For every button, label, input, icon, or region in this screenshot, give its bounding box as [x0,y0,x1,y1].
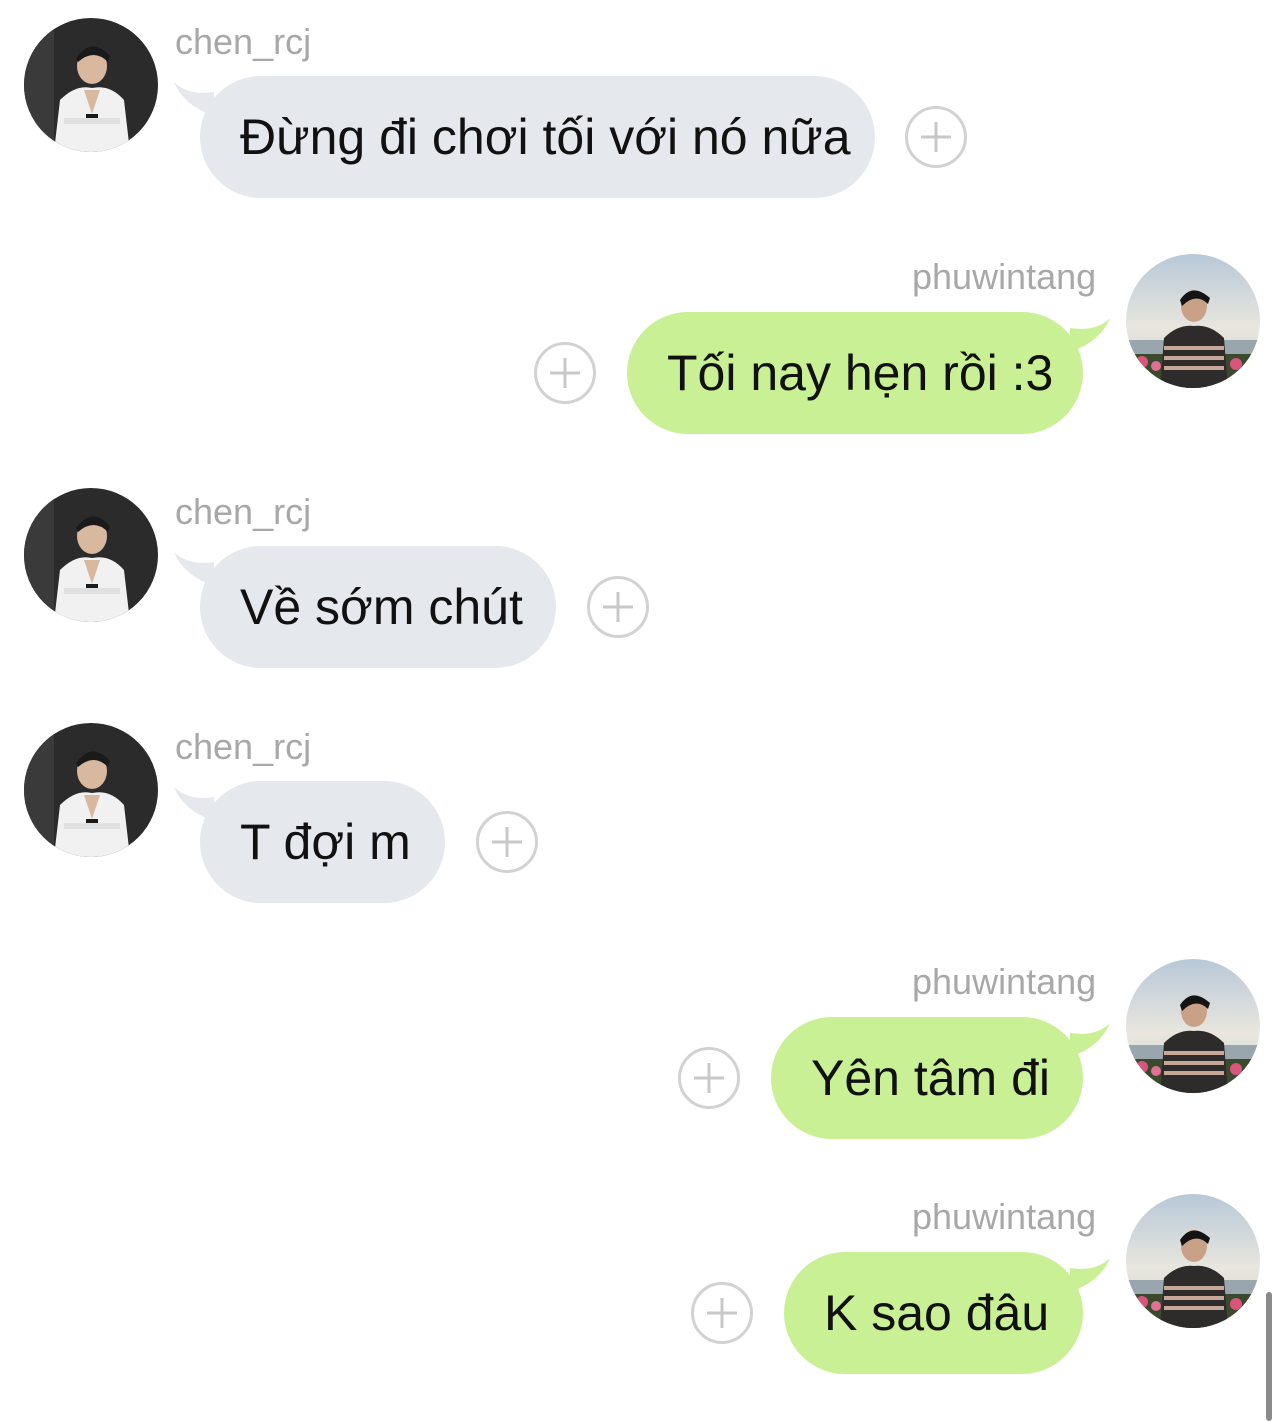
message-bubble[interactable]: Về sớm chút [200,546,556,668]
message-bubble[interactable]: Đừng đi chơi tối với nó nữa [200,76,875,198]
add-reaction-button[interactable] [476,811,538,873]
avatar[interactable] [1126,1194,1260,1328]
message-bubble[interactable]: K sao đâu [784,1252,1083,1374]
avatar[interactable] [24,723,158,857]
sender-name: phuwintang [912,256,1097,297]
message-text: Tối nay hẹn rồi :3 [667,345,1054,401]
avatar-phuwin-image [1126,1194,1260,1328]
avatar-chen-image [24,18,158,152]
sender-name: phuwintang [912,1196,1097,1237]
avatar-phuwin-image [1126,959,1260,1093]
add-reaction-button[interactable] [587,576,649,638]
message-text: K sao đâu [824,1285,1050,1341]
add-reaction-button[interactable] [905,106,967,168]
sender-name: chen_rcj [175,491,312,532]
add-reaction-button[interactable] [678,1047,740,1109]
avatar-chen-image [24,723,158,857]
avatar[interactable] [1126,959,1260,1093]
avatar-chen-image [24,488,158,622]
chat-thread[interactable]: chen_rcj Đừng đi chơi tối với nó nữa phu… [0,0,1284,1421]
sender-name: chen_rcj [175,21,312,62]
message-text: Yên tâm đi [811,1050,1051,1106]
sender-name: chen_rcj [175,726,312,767]
avatar[interactable] [24,18,158,152]
avatar-phuwin-image [1126,254,1260,388]
message-text: Về sớm chút [240,579,523,635]
sender-name: phuwintang [912,961,1097,1002]
message-bubble[interactable]: Tối nay hẹn rồi :3 [627,312,1083,434]
message-bubble[interactable]: Yên tâm đi [771,1017,1083,1139]
message-text: T đợi m [240,814,411,870]
scrollbar[interactable] [1266,1292,1272,1421]
add-reaction-button[interactable] [691,1282,753,1344]
message-text: Đừng đi chơi tối với nó nữa [240,109,851,165]
add-reaction-button[interactable] [534,342,596,404]
avatar[interactable] [24,488,158,622]
avatar[interactable] [1126,254,1260,388]
message-bubble[interactable]: T đợi m [200,781,445,903]
